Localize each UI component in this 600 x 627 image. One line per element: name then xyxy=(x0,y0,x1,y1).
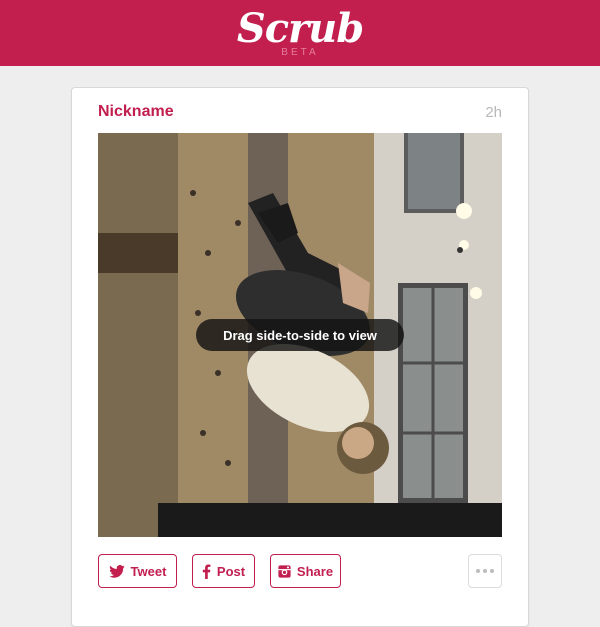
post-author-nickname[interactable]: Nickname xyxy=(98,103,174,121)
ellipsis-icon xyxy=(476,569,480,573)
beta-badge: BETA xyxy=(281,46,319,58)
post-card: Nickname 2h Drag side-to-side to view Tw… xyxy=(71,87,529,627)
scrub-video-frame[interactable]: Drag side-to-side to view xyxy=(98,133,502,537)
facebook-icon xyxy=(202,563,211,579)
post-timestamp: 2h xyxy=(485,104,502,121)
drag-hint-overlay: Drag side-to-side to view xyxy=(196,319,404,351)
tweet-label: Tweet xyxy=(130,563,167,579)
ellipsis-icon xyxy=(483,569,487,573)
instagram-share-button[interactable]: Share xyxy=(270,554,341,588)
share-label: Share xyxy=(296,563,334,579)
app-header: Scrub BETA xyxy=(0,0,600,66)
share-actions: Tweet Post Share xyxy=(98,554,502,588)
ellipsis-icon xyxy=(490,569,494,573)
twitter-bird-icon xyxy=(108,564,125,578)
tweet-button[interactable]: Tweet xyxy=(98,554,177,588)
instagram-icon xyxy=(278,564,291,578)
more-options-button[interactable] xyxy=(468,554,502,588)
scrub-logo[interactable]: Scrub xyxy=(237,8,364,48)
facebook-post-button[interactable]: Post xyxy=(192,554,255,588)
post-label: Post xyxy=(216,563,246,579)
